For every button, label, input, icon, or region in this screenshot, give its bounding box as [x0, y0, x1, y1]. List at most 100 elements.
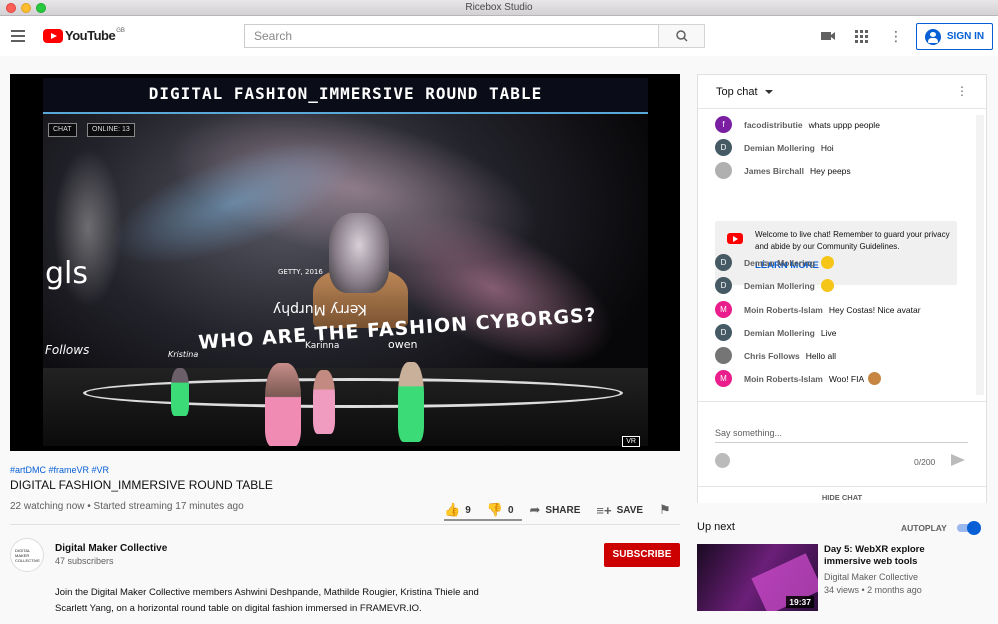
save-button[interactable]: ≡+ SAVE	[596, 503, 643, 518]
save-label: SAVE	[616, 504, 644, 516]
close-window-button[interactable]	[6, 3, 16, 13]
video-actions: 👍 9 👎 0 ➦ SHARE ≡+ SAVE ⚑	[444, 500, 687, 520]
chat-message: Chris Follows Hello all	[715, 347, 836, 364]
video-duration: 19:37	[786, 596, 814, 608]
sign-in-button[interactable]: SIGN IN	[916, 23, 993, 50]
channel-name[interactable]: Digital Maker Collective	[55, 543, 167, 554]
thinking-emoji-icon	[820, 279, 834, 292]
chat-header: Top chat ⋮	[698, 75, 986, 109]
chat-author[interactable]: Demian Mollering	[744, 281, 815, 291]
youtube-play-icon	[43, 28, 63, 43]
chat-scrollbar[interactable]	[976, 115, 984, 395]
chat-author[interactable]: Demian Mollering	[744, 258, 815, 268]
vr-badge[interactable]: VR	[622, 436, 640, 447]
chat-author[interactable]: James Birchall	[744, 166, 804, 176]
chat-message: D Demian Mollering	[715, 254, 834, 271]
share-arrow-icon: ➦	[529, 502, 541, 517]
apps-grid-icon[interactable]	[853, 28, 869, 44]
avatar[interactable]: f	[715, 116, 732, 133]
minimize-window-button[interactable]	[21, 3, 31, 13]
hide-chat-button[interactable]: HIDE CHAT	[698, 486, 986, 504]
chat-mode-selector[interactable]: Top chat	[716, 86, 758, 98]
scene-avatar-front	[265, 363, 301, 446]
video-frame: DIGITAL FASHION_IMMERSIVE ROUND TABLE CH…	[43, 78, 648, 446]
scene-avatar-kristina	[171, 368, 189, 416]
dislike-button[interactable]: 👎 0	[487, 502, 514, 518]
recommended-thumbnail[interactable]: 19:37	[697, 544, 818, 611]
chat-message-input[interactable]: Say something...	[715, 428, 968, 443]
recommended-channel[interactable]: Digital Maker Collective	[824, 572, 918, 582]
scene-avatar-owen	[398, 362, 424, 442]
avatar[interactable]: D	[715, 139, 732, 156]
create-video-icon[interactable]	[820, 28, 836, 44]
chat-author[interactable]: facodistributie	[744, 120, 803, 130]
chat-text: Hey Costas! Nice avatar	[828, 304, 921, 315]
video-title: DIGITAL FASHION_IMMERSIVE ROUND TABLE	[10, 478, 273, 492]
scene-overlay-title: DIGITAL FASHION_IMMERSIVE ROUND TABLE	[148, 84, 543, 103]
scene-text-getty: GETTY, 2016	[278, 268, 323, 276]
more-vert-icon[interactable]: ⋮	[956, 85, 968, 97]
search-input[interactable]: Search	[244, 24, 659, 48]
chat-text: Woo! FIA	[828, 373, 865, 384]
avatar[interactable]: D	[715, 324, 732, 341]
logo-region: GB	[116, 28, 125, 34]
scene-text-karina: Karinna	[305, 341, 340, 351]
chat-message: D Demian Mollering	[715, 277, 834, 294]
scene-text-gls: gls	[45, 256, 89, 291]
send-icon[interactable]	[951, 454, 965, 466]
scene-chat-chip: CHAT	[48, 123, 77, 137]
window-title-bar: Ricebox Studio	[0, 0, 998, 16]
avatar[interactable]: D	[715, 254, 732, 271]
scene-text-kerry: Kerry Murphy	[273, 301, 367, 317]
avatar[interactable]	[715, 347, 732, 364]
report-button[interactable]: ⚑	[659, 502, 671, 518]
zoom-window-button[interactable]	[36, 3, 46, 13]
flag-icon: ⚑	[659, 502, 671, 517]
chat-author[interactable]: Demian Mollering	[744, 143, 815, 153]
chat-author[interactable]: Moin Roberts-Islam	[744, 374, 823, 384]
avatar[interactable]	[715, 162, 732, 179]
chat-author[interactable]: Chris Follows	[744, 351, 800, 361]
recommended-title[interactable]: Day 5: WebXR explore immersive web tools	[824, 544, 944, 568]
chevron-down-icon[interactable]	[765, 90, 773, 94]
avatar[interactable]: D	[715, 277, 732, 294]
logo-text: YouTube	[65, 28, 116, 43]
account-icon	[924, 28, 941, 45]
subscribe-button[interactable]: SUBSCRIBE	[604, 543, 680, 567]
emoji-picker-icon[interactable]	[715, 453, 730, 468]
video-player[interactable]: DIGITAL FASHION_IMMERSIVE ROUND TABLE CH…	[10, 74, 680, 451]
channel-avatar[interactable]: DIGITAL MAKER COLLECTIVE	[10, 538, 44, 572]
up-next-heading: Up next	[697, 521, 735, 533]
chat-text: whats uppp people	[808, 119, 880, 130]
like-ratio-bar	[444, 519, 522, 521]
video-description: Join the Digital Maker Collective member…	[55, 587, 479, 614]
view-info: 22 watching now • Started streaming 17 m…	[10, 501, 244, 512]
scene-avatar-karina	[313, 370, 335, 434]
search-button[interactable]	[658, 24, 705, 48]
window-title: Ricebox Studio	[465, 2, 533, 13]
char-counter: 0/200	[914, 457, 936, 467]
like-button[interactable]: 👍 9	[444, 502, 471, 518]
recommended-meta: 34 views • 2 months ago	[824, 585, 922, 595]
scene-online-chip: ONLINE: 13	[87, 123, 135, 137]
avatar[interactable]: M	[715, 301, 732, 318]
youtube-logo[interactable]: YouTube GB	[43, 28, 125, 43]
chat-message: M Moin Roberts-Islam Woo! FIA	[715, 370, 882, 387]
avatar[interactable]: M	[715, 370, 732, 387]
share-button[interactable]: ➦ SHARE	[530, 502, 581, 518]
chat-message: f facodistributie whats uppp people	[715, 116, 880, 133]
menu-icon[interactable]	[11, 30, 25, 42]
autoplay-label: AUTOPLAY	[901, 523, 947, 533]
autoplay-toggle[interactable]	[955, 521, 981, 535]
chat-message: D Demian Mollering Hoi	[715, 139, 834, 156]
chat-text: Live	[820, 327, 837, 338]
scene-text-kristina: Kristina	[168, 350, 199, 359]
thumbs-up-icon: 👍	[444, 502, 461, 517]
hashtags[interactable]: #artDMC #frameVR #VR	[10, 465, 109, 475]
chat-author[interactable]: Demian Mollering	[744, 328, 815, 338]
chat-author[interactable]: Moin Roberts-Islam	[744, 305, 823, 315]
scene-cyborg-head	[329, 213, 389, 293]
settings-more-icon[interactable]: ⋮	[888, 28, 904, 44]
search-icon	[676, 30, 688, 42]
welcome-text: Welcome to live chat! Remember to guard …	[755, 230, 950, 251]
